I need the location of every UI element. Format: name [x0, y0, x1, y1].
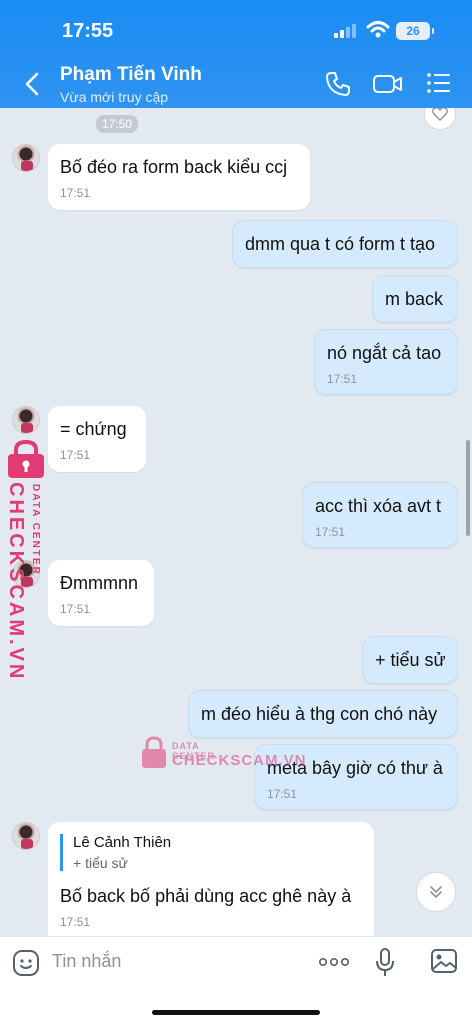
watermark-brand: CHECKSCAM.VN	[5, 482, 27, 682]
wifi-icon	[366, 21, 390, 38]
message-time: 17:51	[60, 602, 91, 616]
message-input[interactable]: Tin nhắn	[52, 951, 121, 972]
message-text: m back	[385, 289, 444, 309]
sender-avatar[interactable]	[12, 822, 40, 850]
message-time: 17:51	[60, 915, 91, 929]
scroll-to-bottom-button[interactable]	[416, 872, 456, 912]
status-time: 17:55	[62, 20, 114, 42]
message-text: nó ngắt cả tao	[327, 343, 442, 363]
message-bubble-incoming[interactable]: Bố đéo ra form back kiểu ccj 17:51	[48, 144, 310, 210]
message-text: dmm qua t có form t tạo	[245, 234, 436, 254]
contact-name[interactable]: Phạm Tiến Vinh	[60, 64, 202, 86]
sender-avatar[interactable]	[12, 144, 40, 172]
message-bubble-outgoing[interactable]: dmm qua t có form t tạo	[232, 220, 458, 268]
home-indicator	[152, 1010, 320, 1015]
message-text: + tiểu sử	[375, 650, 446, 670]
microphone-icon[interactable]	[374, 947, 396, 979]
phone-call-icon[interactable]	[324, 70, 352, 98]
back-arrow-icon[interactable]	[18, 68, 46, 100]
message-text: Bố đéo ra form back kiểu ccj	[60, 157, 288, 177]
watermark-caption: DATA CENTER	[30, 484, 41, 576]
padlock-watermark-icon	[8, 440, 44, 478]
contact-status: Vừa mới truy cập	[60, 89, 169, 105]
message-list[interactable]: 17:50 Bố đéo ra form back kiểu ccj 17:51…	[0, 108, 472, 936]
message-bubble-outgoing[interactable]: m đéo hiểu à thg con chó này	[188, 690, 458, 738]
image-gallery-icon[interactable]	[430, 948, 458, 974]
battery-indicator: 26	[396, 22, 434, 40]
sticker-emoji-icon[interactable]	[12, 949, 40, 977]
heart-icon	[432, 108, 448, 121]
scrollbar-thumb[interactable]	[466, 440, 470, 536]
chat-header: 17:55 26 Phạm Tiến Vinh Vừa mới truy cập	[0, 0, 472, 108]
message-time: 17:51	[267, 787, 298, 801]
message-time: 17:51	[60, 186, 91, 200]
double-chevron-down-icon	[430, 886, 442, 898]
message-bubble-incoming[interactable]: Lê Cảnh Thiên + tiểu sử Bố back bố phải …	[48, 822, 374, 936]
more-options-icon[interactable]	[318, 957, 350, 967]
quoted-message[interactable]: Lê Cảnh Thiên + tiểu sử	[60, 834, 362, 871]
video-call-icon[interactable]	[372, 70, 404, 98]
message-bubble-outgoing[interactable]: + tiểu sử	[362, 636, 458, 684]
message-time: 17:51	[60, 448, 91, 462]
message-time: 17:51	[327, 372, 358, 386]
message-bubble-outgoing[interactable]: nó ngắt cả tao 17:51	[314, 329, 458, 395]
cellular-signal-icon	[334, 24, 360, 38]
watermark-side: CHECKSCAM.VN DATA CENTER	[4, 440, 50, 681]
message-text: m đéo hiểu à thg con chó này	[201, 704, 438, 724]
menu-list-icon[interactable]	[426, 70, 452, 96]
quoted-text: + tiểu sử	[73, 855, 128, 871]
message-time: 17:51	[315, 525, 346, 539]
message-text: = chứng	[60, 419, 127, 439]
watermark-brand: CHECKSCAM.VN	[172, 752, 307, 769]
message-bubble-outgoing[interactable]: acc thì xóa avt t 17:51	[302, 482, 458, 548]
message-bubble-outgoing[interactable]: m back	[372, 275, 458, 323]
reaction-heart-button[interactable]	[424, 108, 456, 130]
quoted-sender-name: Lê Cảnh Thiên	[73, 834, 172, 851]
message-text: acc thì xóa avt t	[315, 496, 442, 516]
message-text: Đmmmnn	[60, 573, 139, 593]
time-separator: 17:50	[96, 115, 139, 133]
message-bubble-incoming[interactable]: = chứng 17:51	[48, 406, 146, 472]
padlock-watermark-icon	[142, 736, 166, 768]
message-bubble-incoming[interactable]: Đmmmnn 17:51	[48, 560, 154, 626]
sender-avatar[interactable]	[12, 406, 40, 434]
message-text: Bố back bố phải dùng acc ghê này à	[60, 886, 352, 906]
